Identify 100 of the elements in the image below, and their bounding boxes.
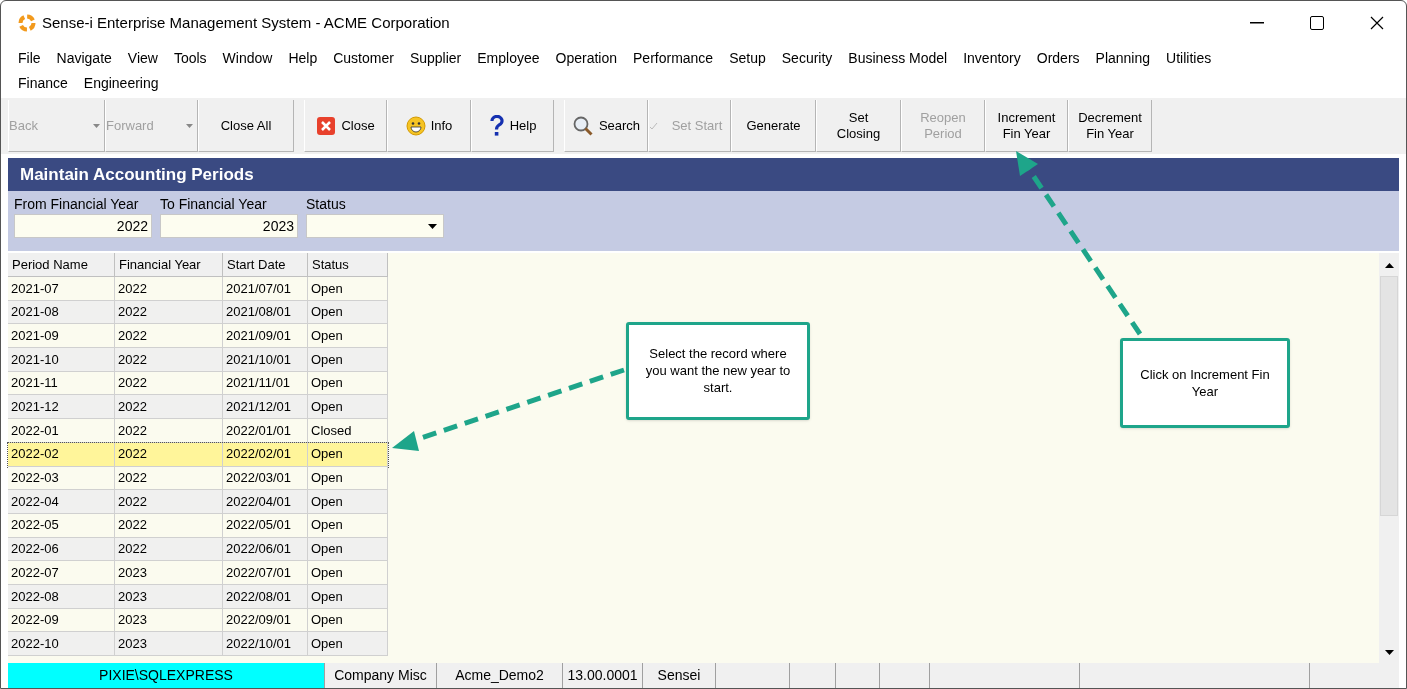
table-cell: 2022-07	[8, 561, 115, 585]
menu-item[interactable]: Tools	[173, 48, 207, 69]
table-cell: Open	[308, 490, 388, 514]
field-label: From Financial Year	[14, 195, 140, 214]
table-cell: 2022/04/01	[223, 490, 308, 514]
menu-item[interactable]: Finance	[18, 73, 68, 94]
table-cell: 2022	[115, 513, 223, 538]
table-cell: 2021/10/01	[223, 348, 308, 372]
table-row[interactable]: 2021-07 2022 2021/07/01 Open	[8, 277, 388, 301]
menu-item[interactable]: Security	[781, 48, 833, 69]
menu-item[interactable]: File	[18, 48, 41, 69]
menu-item[interactable]: Orders	[1036, 48, 1080, 69]
close-icon	[316, 115, 337, 136]
toolbar-button[interactable]: Help	[471, 100, 554, 152]
table-row[interactable]: 2021-08 2022 2021/08/01 Open	[8, 300, 388, 325]
menu-item[interactable]: Window	[222, 48, 273, 69]
toolbar-button[interactable]: Info	[387, 100, 471, 152]
dropdown-arrow-icon	[428, 223, 437, 229]
toolbar-button[interactable]: Search	[564, 100, 648, 152]
maximize-icon	[1310, 16, 1324, 30]
window-title: Sense-i Enterprise Management System - ACME Corporation	[42, 12, 450, 33]
toolbar-button[interactable]: Generate	[731, 100, 816, 152]
table-cell: 2022-08	[8, 584, 115, 609]
menu-item[interactable]: Engineering	[83, 73, 159, 94]
table-cell: Open	[308, 632, 388, 656]
field-label: To Financial Year	[160, 195, 268, 214]
table-cell: 2022	[115, 442, 223, 467]
menu-item[interactable]: Performance	[633, 48, 714, 69]
table-cell: 2022-02	[8, 442, 115, 467]
scroll-down-icon[interactable]	[1384, 650, 1394, 655]
toolbar-button[interactable]: Increment Fin Year	[985, 100, 1068, 152]
table-cell: 2021-10	[8, 348, 115, 372]
toolbar-button[interactable]: Decrement Fin Year	[1068, 100, 1152, 152]
table-row[interactable]: 2021-11 2022 2021/11/01 Open	[8, 371, 388, 396]
menu-item[interactable]: Help	[288, 48, 318, 69]
status-cell: PIXIE\SQLEXPRESS	[8, 663, 325, 688]
menu-item[interactable]: Operation	[555, 48, 617, 69]
table-cell: Open	[308, 584, 388, 609]
close-icon	[1370, 16, 1384, 30]
table-cell: 2023	[115, 561, 223, 585]
table-row[interactable]: 2022-03 2022 2022/03/01 Open	[8, 466, 388, 491]
menu-item[interactable]: Business Model	[848, 48, 948, 69]
scrollbar[interactable]	[1379, 253, 1399, 663]
table-row[interactable]: 2021-12 2022 2021/12/01 Open	[8, 395, 388, 420]
field-label: Status	[306, 195, 347, 214]
table-cell: Open	[308, 277, 388, 301]
table-row[interactable]: 2022-02 2022 2022/02/01 Open	[8, 442, 388, 467]
table-cell: 2022/08/01	[223, 584, 308, 609]
dropdown-arrow-icon	[93, 123, 100, 128]
menu-item[interactable]: Employee	[477, 48, 540, 69]
table-cell: 2023	[115, 584, 223, 609]
table-row[interactable]: 2022-04 2022 2022/04/01 Open	[8, 490, 388, 514]
menu-item[interactable]: Inventory	[963, 48, 1021, 69]
table-cell: 2022/05/01	[223, 513, 308, 538]
table-row[interactable]: 2022-10 2023 2022/10/01 Open	[8, 632, 388, 656]
menu-item[interactable]: Customer	[333, 48, 394, 69]
menu-item[interactable]: Planning	[1095, 48, 1151, 69]
table-cell: 2022-04	[8, 490, 115, 514]
table-row[interactable]: 2021-09 2022 2021/09/01 Open	[8, 324, 388, 349]
minimize-icon	[1250, 22, 1264, 24]
toolbar-button[interactable]: Close	[304, 100, 387, 152]
menu-item[interactable]: Supplier	[409, 48, 462, 69]
table-row[interactable]: 2022-09 2023 2022/09/01 Open	[8, 608, 388, 633]
menu-item[interactable]: View	[127, 48, 158, 69]
table-row[interactable]: 2022-06 2022 2022/06/01 Open	[8, 537, 388, 562]
question-mark-icon	[488, 114, 505, 137]
table-cell: 2021-07	[8, 277, 115, 301]
dropdown-arrow-icon	[186, 123, 193, 128]
table-cell: Open	[308, 348, 388, 372]
table-cell: 2021/07/01	[223, 277, 308, 301]
app-logo-icon	[18, 14, 36, 32]
toolbar-button[interactable]: Close All	[198, 100, 294, 152]
table-cell: 2022	[115, 277, 223, 301]
table-row[interactable]: 2022-01 2022 2022/01/01 Closed	[8, 419, 388, 443]
search-icon	[571, 114, 594, 137]
table-cell: 2023	[115, 632, 223, 656]
table-cell: Open	[308, 561, 388, 585]
table-cell: Open	[308, 513, 388, 538]
table-cell: 2022-05	[8, 513, 115, 538]
table-cell: 2022/02/01	[223, 442, 308, 467]
tick-icon	[649, 120, 659, 131]
table-cell: 2022	[115, 490, 223, 514]
scroll-up-icon[interactable]	[1384, 263, 1394, 268]
callout-text: Select the record where you want the new year to start.	[644, 345, 792, 396]
table-cell: 2022-10	[8, 632, 115, 656]
menu-item[interactable]: Setup	[729, 48, 766, 69]
table-cell: 2022/10/01	[223, 632, 308, 656]
table-row[interactable]: 2022-08 2023 2022/08/01 Open	[8, 584, 388, 609]
table-row[interactable]: 2021-10 2022 2021/10/01 Open	[8, 348, 388, 372]
year-field[interactable]: 2023	[160, 214, 298, 238]
form-title: Maintain Accounting Periods	[20, 163, 254, 186]
table-row[interactable]: 2022-07 2023 2022/07/01 Open	[8, 561, 388, 585]
table-cell: Open	[308, 442, 388, 467]
callout-text: Click on Increment Fin Year	[1140, 366, 1270, 400]
menu-item[interactable]: Utilities	[1166, 48, 1212, 69]
year-field[interactable]: 2022	[14, 214, 152, 238]
table-row[interactable]: 2022-05 2022 2022/05/01 Open	[8, 513, 388, 538]
menu-item[interactable]: Navigate	[56, 48, 112, 69]
toolbar-button[interactable]: Set Closing	[816, 100, 901, 152]
smiley-icon	[405, 115, 426, 136]
